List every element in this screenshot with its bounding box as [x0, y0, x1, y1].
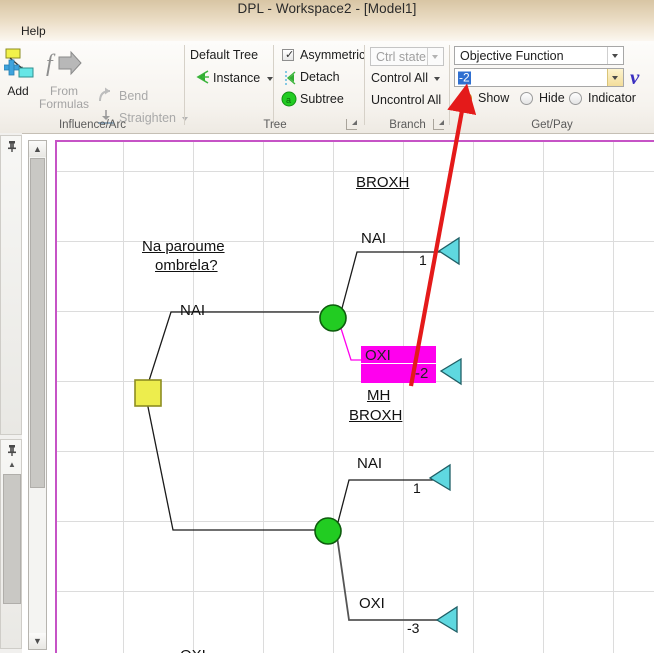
get-pay-value-text[interactable]: -2 — [458, 71, 471, 84]
dpl-application-window: DPL - Workspace2 - [Model1] Help Add Fro… — [0, 0, 654, 653]
dock-collapse-chevron-icon[interactable]: ▲ — [4, 460, 20, 470]
subtree-button[interactable]: Subtree — [300, 92, 344, 106]
edge-root-to-upper — [146, 311, 272, 388]
label-selected-node-line1: MH — [367, 387, 391, 404]
ctrl-state-value: Ctrl state — [376, 49, 427, 64]
subtree-icon[interactable]: a — [281, 91, 297, 107]
menu-bar: Help — [0, 20, 654, 41]
add-node-icon[interactable] — [4, 48, 34, 84]
dock-panel-lower[interactable]: ▲ — [0, 439, 22, 649]
value-outcome-b-top: 1 — [413, 480, 421, 496]
chevron-down-icon[interactable] — [266, 76, 273, 81]
formula-arrow-icon[interactable]: f — [45, 49, 83, 83]
pushpin-icon[interactable] — [6, 140, 18, 152]
label-outcome-b-bottom: OXI — [359, 595, 385, 612]
selected-branch-label: OXI — [365, 347, 391, 364]
group-label-get-pay: Get/Pay — [531, 119, 573, 131]
value-outcome-top: 1 — [419, 252, 427, 268]
chance-node-lower — [314, 517, 342, 545]
bend-arrow-icon — [99, 87, 111, 102]
value-outcome-b-bottom: -3 — [407, 620, 420, 636]
terminal-node-1 — [437, 236, 460, 266]
edge-chance-lower-nai — [336, 479, 440, 527]
svg-text:f: f — [46, 51, 56, 77]
asymmetric-label[interactable]: Asymmetric — [300, 48, 365, 62]
control-all-label: Control All — [371, 71, 428, 85]
chevron-down-icon[interactable] — [607, 47, 623, 64]
selected-branch-value: -2 — [415, 365, 429, 382]
chevron-down-icon[interactable] — [434, 76, 441, 81]
radio-indicator-label[interactable]: Indicator — [588, 91, 636, 105]
radio-show-label[interactable]: Show — [478, 91, 509, 105]
ribbon-group-get-pay: Objective Function -2 v Show Hide Indica… — [450, 41, 654, 133]
bend-button[interactable]: Bend — [119, 89, 148, 103]
scroll-thumb[interactable] — [30, 158, 45, 488]
value-glyph-icon: v — [630, 65, 640, 89]
objective-function-value: Objective Function — [460, 48, 564, 63]
from-formulas-button-label[interactable]: From Formulas — [36, 85, 92, 111]
branch-dialog-launcher[interactable] — [433, 119, 444, 130]
instance-button[interactable]: Instance — [213, 71, 273, 85]
dock-panel-upper[interactable] — [0, 135, 22, 435]
pushpin-icon[interactable] — [6, 444, 18, 456]
default-tree-button[interactable]: Default Tree — [190, 48, 258, 62]
scroll-up-button[interactable]: ▲ — [29, 141, 46, 157]
terminal-node-3 — [428, 463, 451, 492]
detach-button[interactable]: Detach — [300, 70, 340, 84]
ribbon-group-branch: Ctrl state Control All Uncontrol All Bra… — [365, 41, 450, 133]
ribbon-group-influence-arc: Add From Formulas f Bend Straighten Infl… — [0, 41, 189, 133]
instance-label: Instance — [213, 71, 261, 85]
svg-text:a: a — [286, 95, 291, 105]
edge-chance-lower-oxi — [336, 535, 447, 621]
instance-arrow-icon[interactable] — [192, 69, 210, 85]
window-title: DPL - Workspace2 - [Model1] — [237, 1, 417, 16]
terminal-node-4 — [435, 605, 458, 634]
asymmetric-checkbox[interactable]: ✓ — [282, 49, 294, 61]
label-root-question-line1: Na paroume — [142, 238, 225, 255]
group-label-tree: Tree — [263, 119, 287, 131]
chevron-down-icon[interactable] — [607, 69, 623, 86]
title-bar: DPL - Workspace2 - [Model1] — [0, 0, 654, 20]
label-root-question-line2: ombrela? — [155, 257, 218, 274]
tree-dialog-launcher[interactable] — [346, 119, 357, 130]
formulas-label: Formulas — [38, 97, 89, 111]
label-outcome-top: NAI — [361, 230, 387, 247]
add-button-label[interactable]: Add — [3, 85, 33, 98]
scroll-down-button[interactable]: ▼ — [29, 633, 46, 649]
chevron-down-icon[interactable] — [427, 48, 443, 65]
label-outcome-b-top: NAI — [357, 455, 383, 472]
get-pay-radio-group: Show Hide Indicator — [454, 91, 654, 107]
model-canvas[interactable]: OXI -2 BROXH Na paroume ombrela? NAI NAI… — [55, 140, 654, 653]
radio-hide-label[interactable]: Hide — [539, 91, 565, 105]
label-branch-lower: OXI — [180, 647, 206, 653]
dock-scroll-thumb[interactable] — [3, 474, 21, 604]
decision-tree-graphics — [134, 236, 462, 634]
detach-icon[interactable] — [281, 70, 297, 86]
edge-chance-upper-nai — [340, 251, 447, 313]
terminal-node-2 — [439, 357, 462, 386]
left-dock-strip: ▲ — [0, 133, 22, 653]
ribbon-separator-tree-inner — [273, 45, 274, 125]
objective-function-combo[interactable]: Objective Function — [454, 46, 624, 65]
menu-item-help[interactable]: Help — [16, 23, 51, 39]
chance-node-upper — [319, 304, 347, 332]
ribbon-toolbar: Add From Formulas f Bend Straighten Infl… — [0, 41, 654, 134]
ctrl-state-combo[interactable]: Ctrl state — [370, 47, 444, 66]
canvas-vertical-scrollbar[interactable]: ▲ ▼ — [28, 140, 47, 650]
control-all-button[interactable]: Control All — [371, 71, 441, 85]
radio-show[interactable] — [459, 92, 472, 105]
ribbon-group-tree: Default Tree Instance ✓ Asymmetric Detac… — [185, 41, 365, 133]
check-icon: ✓ — [285, 49, 295, 61]
get-pay-value-field[interactable]: -2 — [454, 68, 624, 87]
radio-hide[interactable] — [520, 92, 533, 105]
decision-node-root — [134, 379, 162, 407]
group-label-influence-arc: Influence/Arc — [58, 119, 127, 131]
edge-root-to-lower — [146, 401, 272, 531]
radio-indicator[interactable] — [569, 92, 582, 105]
uncontrol-all-button[interactable]: Uncontrol All — [371, 93, 441, 107]
label-branch-upper: NAI — [180, 302, 206, 319]
label-selected-node-line2: BROXH — [349, 407, 403, 424]
label-top-event: BROXH — [356, 174, 410, 191]
